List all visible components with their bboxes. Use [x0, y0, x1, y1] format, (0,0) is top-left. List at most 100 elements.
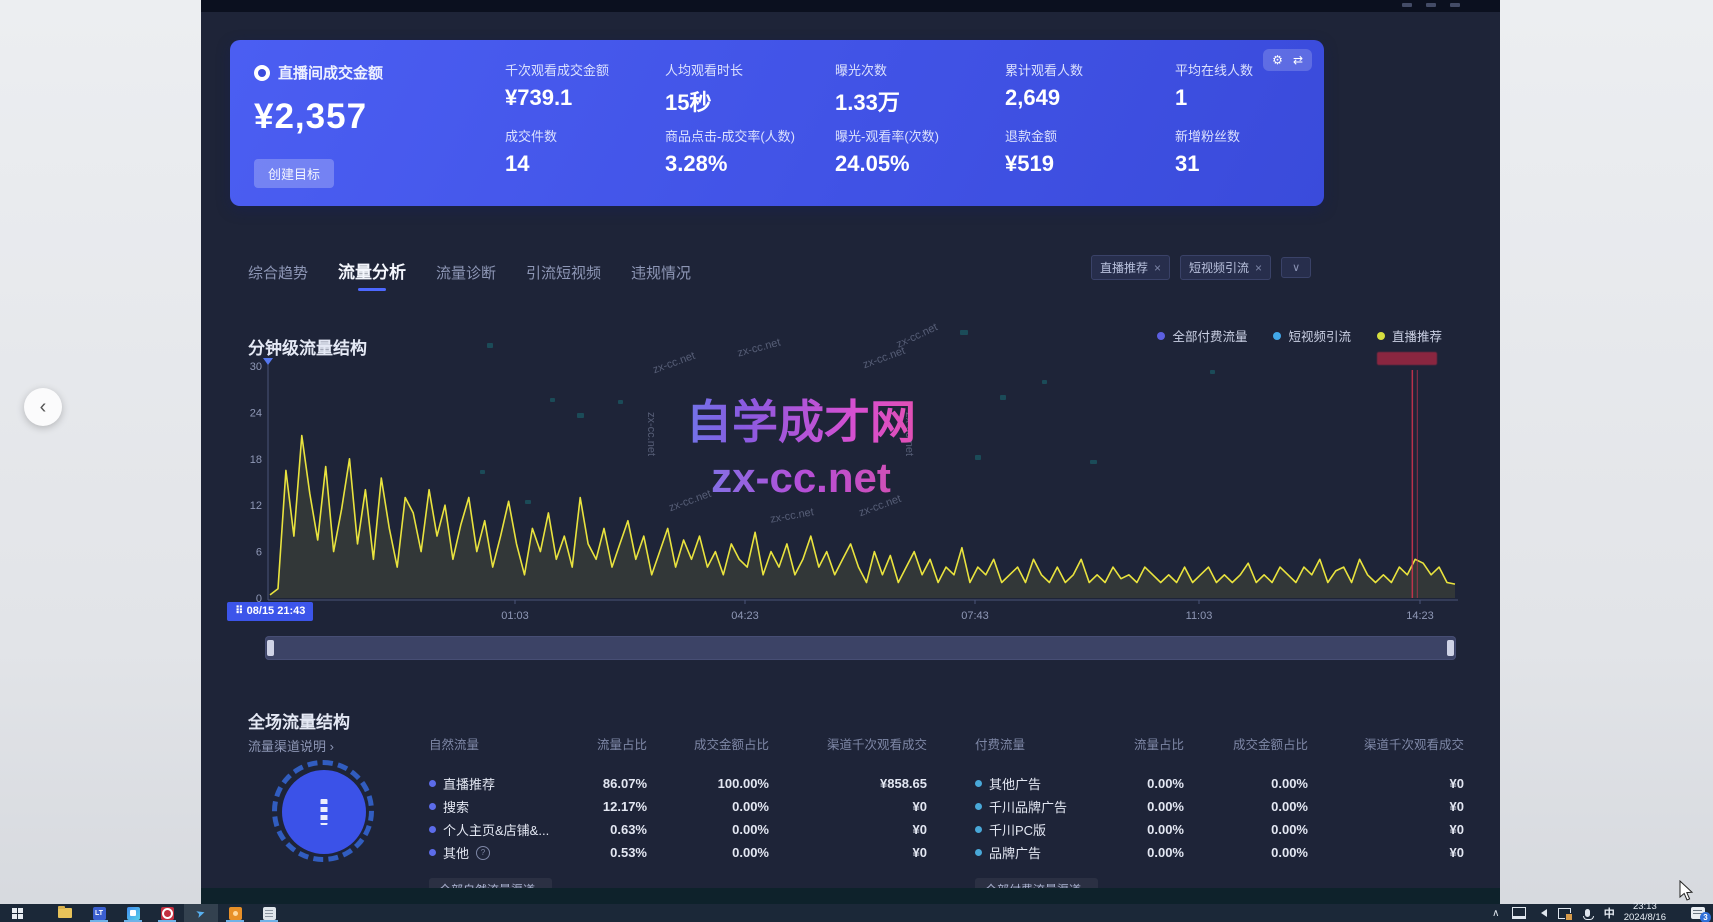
- video-artifact: [525, 500, 531, 504]
- app-tray-icon[interactable]: [1558, 906, 1572, 920]
- window-mini-icons: [1402, 3, 1460, 7]
- channel-gpm: ¥0: [1308, 776, 1464, 791]
- channel-dot: [975, 849, 982, 856]
- start-button[interactable]: [0, 904, 34, 922]
- metric-value: 15秒: [665, 85, 825, 117]
- row-name: 个人主页&店铺&...: [429, 820, 579, 839]
- swap-icon[interactable]: ⇄: [1293, 53, 1303, 67]
- row-name: 搜索: [429, 797, 579, 816]
- video-artifact: [550, 398, 555, 402]
- legend-item[interactable]: 直播推荐: [1377, 326, 1442, 345]
- table-row: 其他广告0.00%0.00%¥0: [975, 772, 1464, 795]
- metric-value: ¥739.1: [505, 85, 655, 111]
- app-lt-button[interactable]: LT: [82, 904, 116, 922]
- tab-违规情况[interactable]: 违规情况: [631, 262, 691, 291]
- chevron-down-icon[interactable]: ∨: [1281, 257, 1311, 278]
- clock-date: 2024/8/16: [1624, 913, 1666, 922]
- video-artifact: [975, 455, 981, 460]
- metric: 新增粉丝数31: [1175, 126, 1260, 192]
- legend-dot: [1273, 332, 1281, 340]
- remove-tag-icon[interactable]: ×: [1154, 261, 1161, 275]
- metric-value: 2,649: [1005, 85, 1165, 111]
- video-artifact: [1210, 370, 1215, 374]
- metric: 商品点击-成交率(人数)3.28%: [665, 126, 825, 192]
- speaker-icon[interactable]: [1535, 906, 1549, 920]
- create-goal-button[interactable]: 创建目标: [254, 159, 334, 188]
- notification-icon[interactable]: 3: [1691, 907, 1705, 919]
- app-pointer-button[interactable]: ➤: [184, 904, 218, 922]
- gear-icon[interactable]: ⚙: [1272, 53, 1283, 67]
- taskbar: LT ➤ ∧ 中 23:13 2024/8/16 3: [0, 904, 1713, 922]
- app-red-button[interactable]: [150, 904, 184, 922]
- metric: 成交件数 14: [505, 126, 655, 192]
- app-notepad-button[interactable]: [252, 904, 286, 922]
- chart-range-slider[interactable]: [265, 636, 1456, 660]
- filter-tag: 短视频引流×: [1180, 255, 1271, 280]
- time-start-badge[interactable]: ⠿ 08/15 21:43: [227, 602, 313, 621]
- table-header: 自然流量流量占比成交金额占比渠道千次观看成交: [429, 734, 927, 752]
- info-icon[interactable]: ?: [476, 846, 490, 860]
- metric-value: 1: [1175, 85, 1260, 111]
- card-tools: ⚙ ⇄: [1263, 49, 1312, 71]
- traffic-share: 0.53%: [579, 845, 647, 860]
- channel-dot: [429, 849, 436, 856]
- target-icon: [254, 65, 270, 81]
- video-artifact: [577, 413, 584, 418]
- x-tick-label: 04:23: [731, 610, 759, 622]
- traffic-share: 0.00%: [1115, 845, 1184, 860]
- metric-value: 1.33万: [835, 85, 995, 117]
- summary-card: 直播间成交金额 ¥2,357 创建目标 千次观看成交金额¥739.1人均观看时长…: [230, 40, 1324, 206]
- channel-dot: [975, 803, 982, 810]
- traffic-share: 86.07%: [579, 776, 647, 791]
- window-bottom-strip: [201, 888, 1500, 904]
- metric: 退款金额¥519: [1005, 126, 1165, 192]
- app-todesk-button[interactable]: [116, 904, 150, 922]
- remove-tag-icon[interactable]: ×: [1255, 261, 1262, 275]
- chart-legend: 全部付费流量 短视频引流 直播推荐: [1157, 326, 1442, 345]
- col-header: 流量占比: [579, 734, 647, 753]
- video-artifact: [487, 343, 493, 348]
- legend-item[interactable]: 全部付费流量: [1157, 326, 1247, 345]
- legend-label: 直播推荐: [1392, 326, 1442, 345]
- notification-badge: 3: [1700, 912, 1711, 922]
- video-artifact: [480, 470, 485, 474]
- col-header: 渠道千次观看成交: [1308, 734, 1464, 753]
- clock[interactable]: 23:13 2024/8/16: [1624, 902, 1666, 922]
- table-row: 直播推荐86.07%100.00%¥858.65: [429, 772, 927, 795]
- file-explorer-button[interactable]: [48, 904, 82, 922]
- tab-流量分析[interactable]: 流量分析: [338, 258, 406, 291]
- network-icon[interactable]: [1512, 906, 1526, 920]
- slider-handle-left[interactable]: [267, 640, 274, 656]
- channel-info-link[interactable]: 流量渠道说明 ›: [248, 736, 334, 755]
- metric-value: 14: [505, 151, 655, 177]
- y-tick-label: 18: [250, 454, 262, 466]
- hidden-icons-chevron[interactable]: ∧: [1489, 906, 1503, 920]
- taskbar-apps: LT ➤: [0, 904, 286, 922]
- slider-handle-right[interactable]: [1447, 640, 1454, 656]
- channel-gpm: ¥858.65: [769, 776, 927, 791]
- tab-流量诊断[interactable]: 流量诊断: [436, 262, 496, 291]
- x-tick-label: 07:43: [961, 610, 989, 622]
- metric-label: 退款金额: [1005, 126, 1165, 145]
- mouse-cursor: [1678, 880, 1694, 902]
- gmv-share: 0.00%: [647, 822, 769, 837]
- windows-logo-icon: [12, 908, 23, 919]
- legend-item[interactable]: 短视频引流: [1273, 326, 1351, 345]
- channel-label: 千川品牌广告: [989, 797, 1067, 816]
- microphone-icon[interactable]: [1581, 906, 1595, 920]
- ime-indicator[interactable]: 中: [1604, 905, 1615, 921]
- legend-label: 短视频引流: [1288, 326, 1351, 345]
- red-annotation-badge: [1377, 352, 1437, 365]
- back-button[interactable]: ‹: [24, 388, 62, 426]
- metric-label: 成交件数: [505, 126, 655, 145]
- tab-引流短视频[interactable]: 引流短视频: [526, 262, 601, 291]
- channel-label: 搜索: [443, 797, 469, 816]
- axis-arrow-icon: [263, 358, 273, 365]
- traffic-share: 0.00%: [1115, 822, 1184, 837]
- traffic-line-chart[interactable]: 302418126001:0304:2307:4311:0314:23: [240, 350, 1465, 628]
- channel-gpm: ¥0: [1308, 845, 1464, 860]
- video-artifact: [1042, 380, 1047, 384]
- app-orange-button[interactable]: [218, 904, 252, 922]
- tab-综合趋势[interactable]: 综合趋势: [248, 262, 308, 291]
- y-tick-label: 24: [250, 407, 262, 419]
